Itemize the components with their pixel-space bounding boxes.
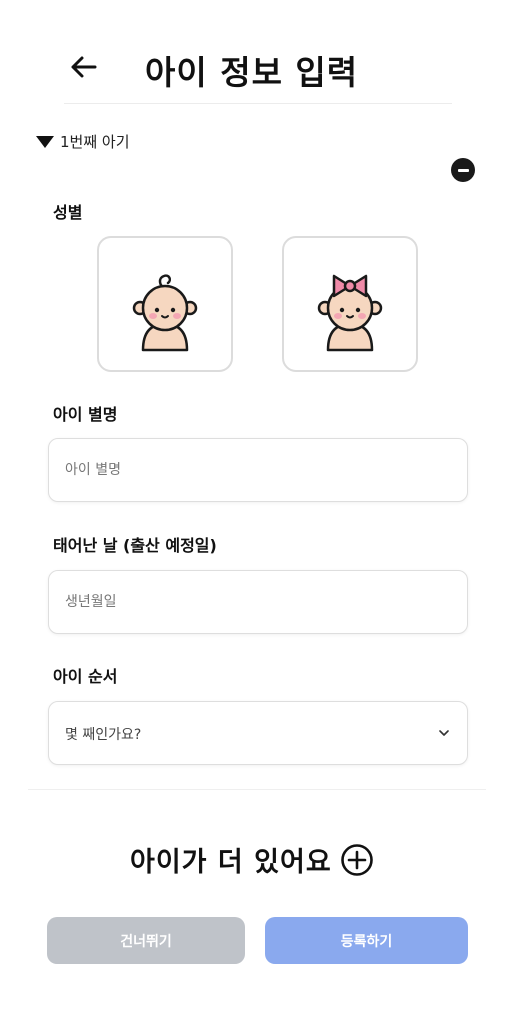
nickname-label: 아이 별명 bbox=[53, 405, 118, 424]
order-label: 아이 순서 bbox=[53, 667, 118, 686]
baby-boy-icon bbox=[132, 274, 198, 352]
birthdate-input[interactable] bbox=[49, 571, 467, 633]
page-title: 아이 정보 입력 bbox=[145, 53, 359, 92]
skip-button[interactable]: 건너뛰기 bbox=[47, 917, 245, 964]
register-button[interactable]: 등록하기 bbox=[265, 917, 468, 964]
caret-down-icon bbox=[36, 135, 54, 148]
gender-label: 성별 bbox=[53, 203, 83, 222]
child-section-toggle[interactable]: 1번째 아기 bbox=[36, 131, 130, 152]
back-button[interactable] bbox=[66, 50, 100, 84]
section-divider bbox=[28, 789, 486, 790]
nickname-field-wrapper bbox=[48, 438, 468, 502]
order-select[interactable]: 몇 째인가요? bbox=[48, 701, 468, 765]
child-section-label: 1번째 아기 bbox=[60, 133, 130, 151]
header: 아이 정보 입력 bbox=[0, 0, 512, 104]
add-child-label: 아이가 더 있어요 bbox=[130, 847, 332, 878]
nickname-input[interactable] bbox=[49, 439, 467, 501]
birthdate-label: 태어난 날 (출산 예정일) bbox=[53, 536, 217, 555]
gender-option-boy[interactable] bbox=[97, 236, 233, 372]
plus-circle-icon bbox=[340, 843, 373, 876]
gender-option-girl[interactable] bbox=[282, 236, 418, 372]
remove-child-button[interactable] bbox=[451, 158, 475, 182]
birthdate-field-wrapper bbox=[48, 570, 468, 634]
baby-girl-icon bbox=[317, 274, 383, 352]
add-child-button[interactable]: 아이가 더 있어요 bbox=[130, 840, 374, 879]
chevron-down-icon bbox=[439, 730, 449, 736]
arrow-left-icon bbox=[71, 56, 97, 78]
minus-circle-icon bbox=[457, 168, 469, 172]
header-divider bbox=[64, 103, 452, 104]
order-select-value: 몇 째인가요? bbox=[65, 727, 142, 743]
